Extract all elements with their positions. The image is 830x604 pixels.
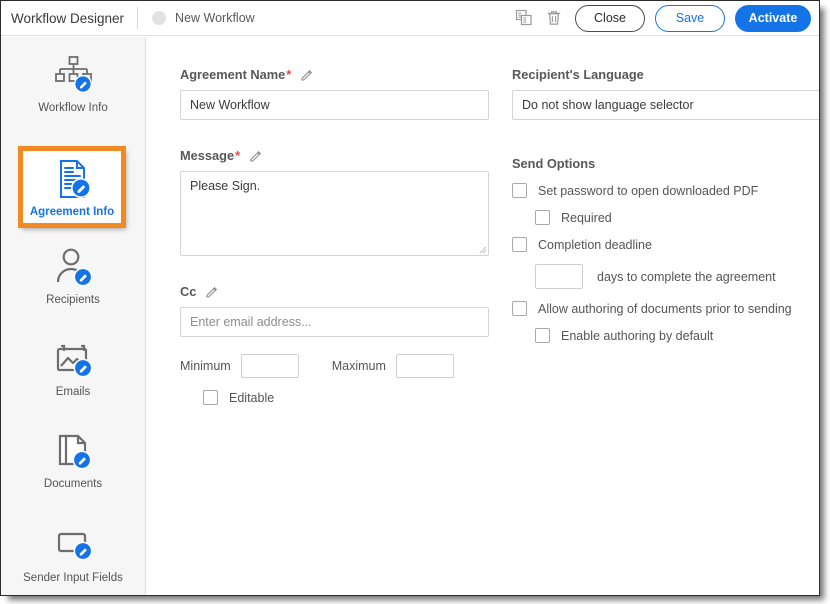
option-required-row[interactable]: Required bbox=[535, 210, 820, 225]
sidebar-item-workflow-info[interactable]: Workflow Info bbox=[1, 51, 145, 114]
message-textarea[interactable] bbox=[180, 171, 489, 256]
cc-email-input[interactable] bbox=[180, 307, 489, 337]
enable-authoring-label: Enable authoring by default bbox=[561, 329, 713, 343]
set-password-checkbox[interactable] bbox=[512, 183, 527, 198]
allow-authoring-checkbox[interactable] bbox=[512, 301, 527, 316]
option-enable-authoring-row[interactable]: Enable authoring by default bbox=[535, 328, 820, 343]
agreement-name-input[interactable] bbox=[180, 90, 489, 120]
send-options-title: Send Options bbox=[512, 156, 820, 171]
minimum-label: Minimum bbox=[180, 359, 231, 373]
document-lines-icon bbox=[48, 155, 96, 203]
option-completion-deadline-row[interactable]: Completion deadline bbox=[512, 237, 820, 252]
status-circle-icon bbox=[152, 11, 166, 25]
required-marker: * bbox=[235, 148, 240, 163]
editable-checkbox[interactable] bbox=[203, 390, 218, 405]
header-divider bbox=[137, 7, 138, 29]
set-password-label: Set password to open downloaded PDF bbox=[538, 184, 758, 198]
completion-deadline-checkbox[interactable] bbox=[512, 237, 527, 252]
minimum-input[interactable] bbox=[241, 354, 299, 378]
required-label: Required bbox=[561, 211, 612, 225]
maximum-input[interactable] bbox=[396, 354, 454, 378]
person-icon bbox=[49, 243, 97, 291]
recipients-language-label: Recipient's Language bbox=[512, 67, 820, 82]
email-image-icon bbox=[49, 335, 97, 383]
application-window: Workflow Designer New Workflow bbox=[0, 0, 820, 596]
pencil-icon[interactable] bbox=[300, 68, 314, 82]
form-left-column: Agreement Name * Message * bbox=[180, 67, 490, 405]
workflow-tab[interactable]: New Workflow bbox=[152, 11, 255, 25]
header-actions: Close Save Activate bbox=[509, 5, 819, 32]
completion-deadline-label: Completion deadline bbox=[538, 238, 652, 252]
editable-checkbox-row[interactable]: Editable bbox=[203, 390, 490, 405]
sidebar-item-label: Documents bbox=[44, 478, 102, 490]
cc-minmax-row: Minimum Maximum bbox=[180, 354, 490, 378]
enable-authoring-checkbox[interactable] bbox=[535, 328, 550, 343]
duplicate-icon[interactable] bbox=[509, 5, 539, 31]
cc-label: Cc bbox=[180, 284, 490, 299]
save-button[interactable]: Save bbox=[655, 5, 725, 32]
maximum-label: Maximum bbox=[332, 359, 386, 373]
agreement-name-label: Agreement Name * bbox=[180, 67, 490, 82]
agreement-name-label-text: Agreement Name bbox=[180, 67, 285, 82]
workflow-hierarchy-icon bbox=[49, 51, 97, 99]
recipients-language-label-text: Recipient's Language bbox=[512, 67, 644, 82]
pencil-icon[interactable] bbox=[205, 285, 219, 299]
trash-icon[interactable] bbox=[539, 5, 569, 31]
pencil-icon[interactable] bbox=[249, 149, 263, 163]
sidebar-item-label: Sender Input Fields bbox=[23, 572, 123, 584]
cc-label-text: Cc bbox=[180, 284, 196, 299]
workflow-tab-label: New Workflow bbox=[175, 11, 255, 25]
sidebar-item-label: Workflow Info bbox=[38, 102, 107, 114]
required-checkbox[interactable] bbox=[535, 210, 550, 225]
days-input[interactable] bbox=[535, 264, 583, 289]
close-button[interactable]: Close bbox=[575, 5, 645, 32]
sidebar-item-label: Recipients bbox=[46, 294, 100, 306]
days-to-complete-row: days to complete the agreement bbox=[535, 264, 820, 289]
sidebar-item-label: Agreement Info bbox=[30, 206, 114, 218]
main-content: Agreement Name * Message * bbox=[147, 37, 819, 596]
form-right-column: Recipient's Language Send Options Set pa… bbox=[512, 67, 820, 343]
screenshot-root: Workflow Designer New Workflow bbox=[0, 0, 830, 604]
allow-authoring-label: Allow authoring of documents prior to se… bbox=[538, 302, 792, 316]
days-to-complete-label: days to complete the agreement bbox=[597, 270, 776, 284]
required-marker: * bbox=[286, 67, 291, 82]
message-label-text: Message bbox=[180, 148, 234, 163]
sidebar-item-agreement-info[interactable]: Agreement Info bbox=[18, 146, 126, 228]
message-field-wrapper bbox=[180, 171, 489, 256]
message-label: Message * bbox=[180, 148, 490, 163]
option-set-password-row[interactable]: Set password to open downloaded PDF bbox=[512, 183, 820, 198]
option-allow-authoring-row[interactable]: Allow authoring of documents prior to se… bbox=[512, 301, 820, 316]
sidebar-item-recipients[interactable]: Recipients bbox=[1, 243, 145, 306]
sidebar-item-label: Emails bbox=[56, 386, 91, 398]
input-field-icon bbox=[49, 521, 97, 569]
sidebar-item-sender-input-fields[interactable]: Sender Input Fields bbox=[1, 521, 145, 584]
app-header: Workflow Designer New Workflow bbox=[1, 1, 819, 36]
sidebar-item-emails[interactable]: Emails bbox=[1, 335, 145, 398]
documents-stack-icon bbox=[49, 427, 97, 475]
sidebar-item-documents[interactable]: Documents bbox=[1, 427, 145, 490]
recipients-language-select[interactable] bbox=[512, 90, 820, 120]
page-title: Workflow Designer bbox=[11, 11, 124, 26]
left-sidebar: Workflow Info Agreement Info bbox=[1, 37, 146, 596]
editable-label: Editable bbox=[229, 391, 274, 405]
activate-button[interactable]: Activate bbox=[735, 5, 811, 32]
